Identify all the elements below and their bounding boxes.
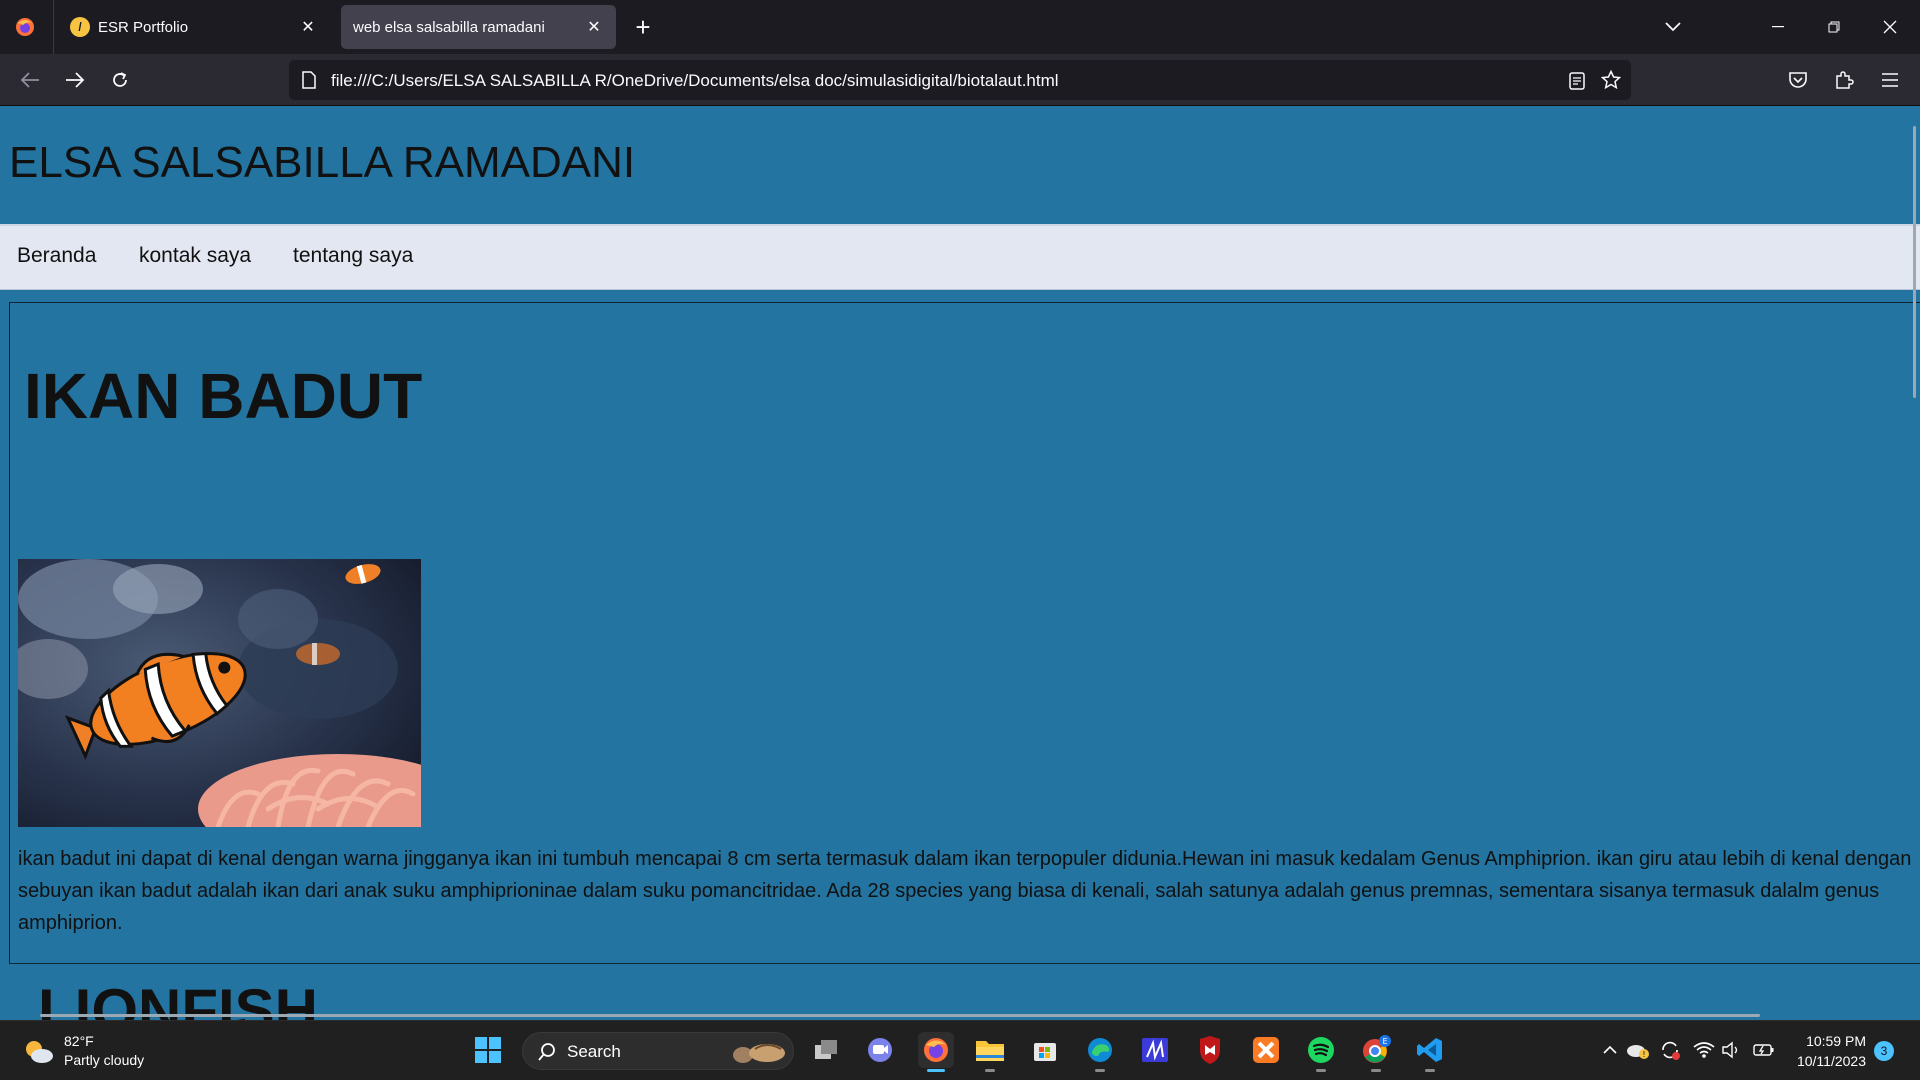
url-text[interactable]: file:///C:/Users/ELSA SALSABILLA R/OneDr… <box>331 71 1059 91</box>
running-indicator <box>1095 1069 1105 1072</box>
article-heading: IKAN BADUT <box>24 360 423 432</box>
partly-cloudy-icon <box>26 1041 53 1063</box>
browser-navigation-bar: file:///C:/Users/ELSA SALSABILLA R/OneDr… <box>0 54 1920 106</box>
sync-status-icon[interactable] <box>1658 1037 1682 1063</box>
tab-esr-portfolio[interactable]: / ESR Portfolio ✕ <box>58 5 330 49</box>
nav-link-tentang-saya[interactable]: tentang saya <box>293 244 413 268</box>
task-view-icon[interactable] <box>808 1032 844 1068</box>
page-viewport: ELSA SALSABILLA RAMADANI Beranda kontak … <box>0 106 1920 1020</box>
clock-time: 10:59 PM <box>1806 1033 1866 1049</box>
weather-description: Partly cloudy <box>64 1052 145 1068</box>
firefox-taskbar-icon[interactable] <box>918 1032 954 1072</box>
search-highlight-art-icon <box>729 1039 789 1065</box>
minimize-window-icon[interactable] <box>1758 10 1798 44</box>
firefox-view-icon[interactable] <box>10 13 40 41</box>
site-title: ELSA SALSABILLA RAMADANI <box>9 138 636 187</box>
portfolio-favicon-icon: / <box>70 17 90 37</box>
page-icon <box>299 70 319 90</box>
cursor-app-icon[interactable] <box>1137 1032 1173 1068</box>
close-window-icon[interactable] <box>1870 10 1910 44</box>
nav-link-beranda[interactable]: Beranda <box>17 244 96 268</box>
extensions-puzzle-icon[interactable] <box>1828 64 1860 96</box>
tab-title: ESR Portfolio <box>98 18 189 36</box>
pocket-icon[interactable] <box>1782 64 1814 96</box>
running-indicator <box>1371 1069 1381 1072</box>
app-menu-icon[interactable] <box>1874 64 1906 96</box>
notification-badge[interactable]: 3 <box>1874 1041 1894 1061</box>
taskbar-clock[interactable]: 10:59 PM 10/11/2023 <box>1790 1031 1866 1071</box>
forward-arrow-icon[interactable] <box>59 64 91 96</box>
site-navigation: Beranda kontak saya tentang saya <box>0 224 1920 290</box>
new-tab-button[interactable]: + <box>628 12 658 42</box>
tab-web-elsa[interactable]: web elsa salsabilla ramadani ✕ <box>341 5 616 49</box>
teams-chat-icon[interactable] <box>862 1032 898 1068</box>
site-header: ELSA SALSABILLA RAMADANI <box>0 106 1920 224</box>
wifi-icon[interactable] <box>1692 1037 1716 1063</box>
weather-widget[interactable]: 82°F Partly cloudy <box>22 1031 144 1071</box>
mcafee-shield-icon[interactable] <box>1192 1032 1228 1068</box>
search-label: Search <box>567 1042 621 1061</box>
svg-text:E: E <box>1382 1037 1387 1046</box>
volume-icon[interactable] <box>1720 1037 1744 1063</box>
clock-date: 10/11/2023 <box>1796 1053 1866 1069</box>
tab-separator <box>53 0 54 54</box>
edge-browser-icon[interactable] <box>1082 1032 1118 1072</box>
close-tab-icon[interactable]: ✕ <box>584 17 604 37</box>
address-bar[interactable]: file:///C:/Users/ELSA SALSABILLA R/OneDr… <box>289 60 1631 100</box>
clownfish-image <box>18 559 421 827</box>
onedrive-warning-icon[interactable]: ! <box>1626 1037 1650 1063</box>
list-all-tabs-icon[interactable] <box>1658 14 1688 40</box>
restore-window-icon[interactable] <box>1814 10 1854 44</box>
horizontal-scrollbar[interactable] <box>40 1014 1760 1017</box>
running-indicator <box>927 1069 945 1072</box>
reader-view-icon[interactable] <box>1565 69 1589 93</box>
svg-text:!: ! <box>1642 1050 1645 1059</box>
weather-temperature: 82°F <box>64 1033 94 1049</box>
article-text: ikan badut ini dapat di kenal dengan war… <box>18 848 1912 934</box>
show-hidden-icons-chevron-icon[interactable] <box>1598 1037 1622 1063</box>
running-indicator <box>985 1069 995 1072</box>
vscode-icon[interactable] <box>1412 1032 1448 1072</box>
article-ikan-badut: IKAN BADUT ikan badut ini dapat di kenal… <box>9 302 1920 964</box>
close-tab-icon[interactable]: ✕ <box>298 17 318 37</box>
chrome-icon[interactable]: E <box>1358 1032 1394 1072</box>
back-arrow-icon[interactable] <box>14 64 46 96</box>
windows-taskbar: 82°F Partly cloudy Search E ! 10:59 PM 1… <box>0 1020 1920 1080</box>
windows-start-icon[interactable] <box>470 1032 506 1068</box>
battery-charging-icon[interactable] <box>1752 1037 1776 1063</box>
running-indicator <box>1316 1069 1326 1072</box>
search-icon <box>537 1042 557 1067</box>
vertical-scrollbar[interactable] <box>1913 126 1916 398</box>
spotify-icon[interactable] <box>1303 1032 1339 1072</box>
tab-title: web elsa salsabilla ramadani <box>353 18 545 36</box>
file-explorer-icon[interactable] <box>972 1032 1008 1072</box>
nav-link-kontak-saya[interactable]: kontak saya <box>139 244 251 268</box>
taskbar-search-box[interactable]: Search <box>522 1032 794 1070</box>
microsoft-store-icon[interactable] <box>1027 1032 1063 1068</box>
xampp-icon[interactable] <box>1248 1032 1284 1068</box>
reload-icon[interactable] <box>104 64 136 96</box>
running-indicator <box>1425 1069 1435 1072</box>
browser-tab-bar: / ESR Portfolio ✕ web elsa salsabilla ra… <box>0 0 1920 54</box>
bookmark-star-icon[interactable] <box>1599 68 1623 92</box>
